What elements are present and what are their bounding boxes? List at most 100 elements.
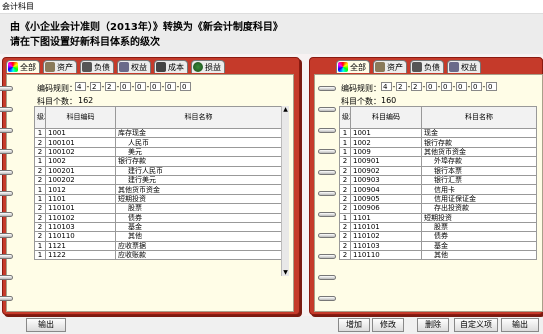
table-row[interactable]: 1 1001 库存现金: [34, 127, 282, 139]
row-level: 1: [34, 250, 46, 261]
tab-all[interactable]: 全部: [6, 60, 40, 73]
tab-profit-loss[interactable]: 损益: [191, 60, 225, 73]
table-row[interactable]: 2 110102 债券: [34, 212, 282, 223]
right-count-value: 160: [381, 96, 397, 105]
export-right-button[interactable]: 输出: [501, 318, 539, 332]
code-rule-field[interactable]: 0: [426, 82, 437, 91]
left-scrollbar[interactable]: ▲ ▼: [281, 106, 289, 276]
delete-button[interactable]: 删除: [417, 318, 449, 332]
binder-ring: [0, 212, 13, 217]
code-rule-field[interactable]: 0: [456, 82, 467, 91]
table-row[interactable]: 2 100904 信用卡: [339, 184, 537, 195]
code-rule-field[interactable]: 2: [396, 82, 407, 91]
code-rule-field[interactable]: 0: [165, 82, 176, 91]
row-level: 2: [34, 212, 46, 223]
code-rule-field[interactable]: 0: [180, 82, 191, 91]
row-level: 2: [34, 137, 46, 148]
add-button[interactable]: 增加: [338, 318, 370, 332]
binder-ring: [318, 275, 336, 280]
table-row[interactable]: 2 100905 信用证保证金: [339, 193, 537, 205]
column-header-name[interactable]: 科目名称: [115, 106, 282, 129]
row-level: 2: [339, 184, 351, 195]
binder-ring: [0, 170, 13, 175]
left-code-rule-label: 编码规则：: [37, 84, 77, 93]
row-level: 2: [34, 165, 46, 176]
code-rule-field[interactable]: 2: [105, 82, 116, 91]
code-rule-field[interactable]: 4: [75, 82, 86, 91]
table-row[interactable]: 2 110110 其他: [339, 250, 537, 261]
row-code: 110102: [350, 231, 422, 242]
scroll-up-icon[interactable]: ▲: [282, 106, 289, 113]
table-row[interactable]: 2 100202 建行美元: [34, 174, 282, 186]
code-rule-field[interactable]: 0: [135, 82, 146, 91]
code-rule-field[interactable]: 0: [441, 82, 452, 91]
table-row[interactable]: 2 100903 银行汇票: [339, 174, 537, 186]
tab-cost[interactable]: 成本: [154, 60, 188, 73]
row-level: 1: [339, 212, 351, 223]
code-rule-field[interactable]: 0: [471, 82, 482, 91]
row-code: 1001: [350, 127, 422, 139]
binder-ring: [318, 233, 336, 238]
tab-liabilities[interactable]: 负债: [410, 60, 444, 73]
binder-ring: [0, 128, 13, 133]
table-row[interactable]: 1 1101 短期投资: [34, 193, 282, 205]
table-row[interactable]: 2 100201 建行人民币: [34, 165, 282, 176]
table-row[interactable]: 2 110102 债券: [339, 231, 537, 242]
table-row[interactable]: 2 110103 基金: [34, 221, 282, 233]
binder-ring: [318, 296, 336, 301]
column-header-code[interactable]: 科目编码: [45, 106, 116, 129]
column-header-level[interactable]: 级次: [34, 106, 46, 129]
code-rule-field[interactable]: 4: [381, 82, 392, 91]
tab-equity[interactable]: 权益: [117, 60, 151, 73]
table-row[interactable]: 1 1122 应收账款: [34, 250, 282, 261]
left-count-value: 162: [78, 96, 94, 105]
code-rule-field[interactable]: 0: [150, 82, 161, 91]
row-name: 基金: [421, 240, 537, 252]
table-row[interactable]: 1 1012 其他货币资金: [34, 184, 282, 195]
column-header-level[interactable]: 级次: [339, 106, 351, 129]
table-row[interactable]: 1 1121 应收票据: [34, 240, 282, 252]
row-name: 银行存款: [115, 156, 282, 167]
modify-button[interactable]: 修改: [372, 318, 404, 332]
row-name: 信用卡: [421, 184, 537, 195]
table-row[interactable]: 2 110110 其他: [34, 231, 282, 242]
row-level: 2: [34, 203, 46, 214]
table-row[interactable]: 2 110101 股票: [34, 203, 282, 214]
column-header-code[interactable]: 科目编码: [350, 106, 422, 129]
code-rule-field[interactable]: 0: [120, 82, 131, 91]
scroll-down-icon[interactable]: ▼: [282, 269, 289, 276]
custom-items-button[interactable]: 自定义项: [454, 318, 498, 332]
table-row[interactable]: 2 100901 外埠存款: [339, 156, 537, 167]
row-code: 1122: [45, 250, 116, 261]
row-name: 存出投资款: [421, 203, 537, 214]
export-left-button[interactable]: 输出: [26, 318, 66, 332]
table-row[interactable]: 1 1009 其他货币资金: [339, 146, 537, 158]
table-row[interactable]: 2 100902 银行本票: [339, 165, 537, 176]
left-code-rule: 4- 2- 2- 0- 0- 0- 0- 0: [75, 82, 191, 91]
tab-equity[interactable]: 权益: [447, 60, 481, 73]
table-row[interactable]: 1 1002 银行存款: [339, 137, 537, 148]
tab-all[interactable]: 全部: [336, 60, 370, 73]
table-row[interactable]: 2 100101 人民币: [34, 137, 282, 148]
row-name: 银行汇票: [421, 174, 537, 186]
code-rule-field[interactable]: 2: [411, 82, 422, 91]
tab-liabilities[interactable]: 负债: [80, 60, 114, 73]
tab-assets[interactable]: 资产: [373, 60, 407, 73]
table-row[interactable]: 2 110103 基金: [339, 240, 537, 252]
row-level: 2: [339, 240, 351, 252]
table-row[interactable]: 1 1002 银行存款: [34, 156, 282, 167]
code-rule-field[interactable]: 2: [90, 82, 101, 91]
row-name: 短期投资: [115, 193, 282, 205]
table-row[interactable]: 2 110101 股票: [339, 221, 537, 233]
column-header-name[interactable]: 科目名称: [421, 106, 537, 129]
row-name: 应收票据: [115, 240, 282, 252]
binder-ring: [318, 86, 336, 91]
row-code: 110101: [45, 203, 116, 214]
table-row[interactable]: 2 100102 美元: [34, 146, 282, 158]
left-accounts-table: 级次 科目编码 科目名称 11001库存现金2100101人民币2100102美…: [34, 106, 282, 261]
table-row[interactable]: 2 100906 存出投资款: [339, 203, 537, 214]
tab-assets[interactable]: 资产: [43, 60, 77, 73]
table-row[interactable]: 1 1101 短期投资: [339, 212, 537, 223]
code-rule-field[interactable]: 0: [486, 82, 497, 91]
table-row[interactable]: 1 1001 现金: [339, 127, 537, 139]
